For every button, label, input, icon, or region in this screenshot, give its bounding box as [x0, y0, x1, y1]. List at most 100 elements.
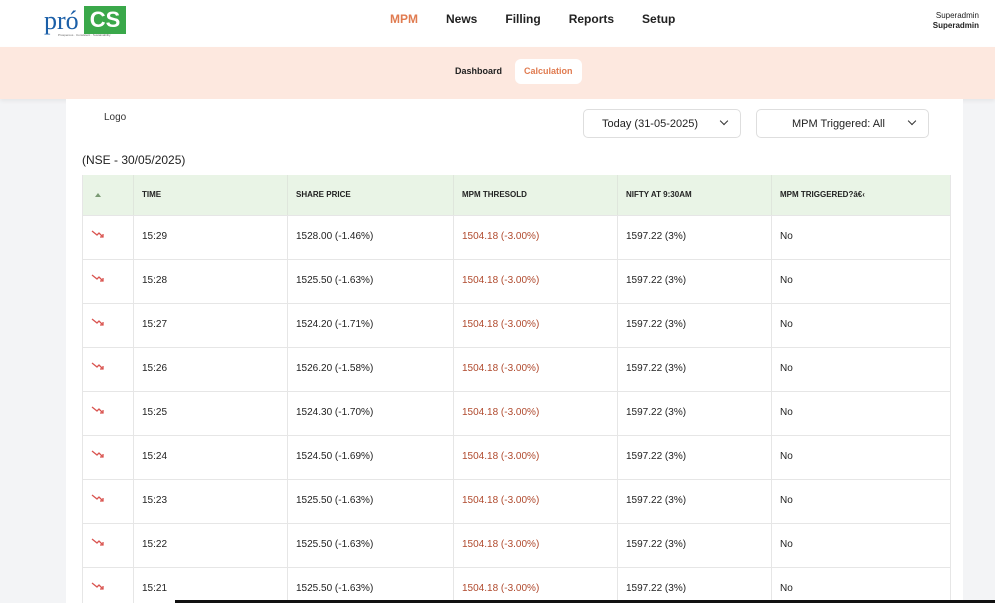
cell-time: 15:22	[134, 524, 288, 567]
trend-cell	[83, 216, 134, 259]
trend-down-icon	[91, 582, 105, 592]
cell-nifty: 1597.22 (3%)	[618, 392, 772, 435]
nav-item-reports[interactable]: Reports	[569, 0, 614, 38]
trend-cell	[83, 568, 134, 603]
cell-mpm-threshold: 1504.18 (-3.00%)	[454, 392, 618, 435]
cell-nifty: 1597.22 (3%)	[618, 216, 772, 259]
cell-mpm-triggered: No	[780, 319, 793, 330]
cell-share-price: 1525.50 (-1.63%)	[288, 480, 454, 523]
nav-item-filling[interactable]: Filling	[505, 0, 540, 38]
date-filter-value: Today (31-05-2025)	[602, 117, 699, 130]
tab-dashboard[interactable]: Dashboard	[446, 59, 511, 84]
cell-share-price: 1524.30 (-1.70%)	[288, 392, 454, 435]
cell-share-price: 1524.50 (-1.69%)	[288, 436, 454, 479]
cell-nifty: 1597.22 (3%)	[618, 260, 772, 303]
mpm-triggered-value: MPM Triggered: All	[792, 117, 885, 130]
trend-cell	[83, 260, 134, 303]
nav-item-mpm[interactable]: MPM	[390, 0, 418, 38]
cell-share-price: 1526.20 (-1.58%)	[288, 348, 454, 391]
table-row[interactable]: 15:25 1524.30 (-1.70%) 1504.18 (-3.00%) …	[83, 391, 950, 435]
user-menu[interactable]: Superadmin Superadmin	[933, 11, 979, 31]
table-row[interactable]: 15:27 1524.20 (-1.71%) 1504.18 (-3.00%) …	[83, 303, 950, 347]
cell-mpm-triggered: No	[780, 495, 793, 506]
sort-column-header[interactable]	[83, 175, 134, 215]
main-nav: MPM News Filling Reports Setup	[390, 0, 703, 38]
cell-mpm-triggered: No	[780, 407, 793, 418]
trend-cell	[83, 304, 134, 347]
trend-down-icon	[91, 406, 105, 416]
header-time[interactable]: TIME	[134, 175, 288, 215]
table-row[interactable]: 15:22 1525.50 (-1.63%) 1504.18 (-3.00%) …	[83, 523, 950, 567]
trend-down-icon	[91, 538, 105, 548]
cell-mpm-threshold: 1504.18 (-3.00%)	[454, 304, 618, 347]
trend-cell	[83, 480, 134, 523]
cell-mpm-triggered: No	[780, 275, 793, 286]
cell-time: 15:23	[134, 480, 288, 523]
table-row[interactable]: 15:23 1525.50 (-1.63%) 1504.18 (-3.00%) …	[83, 479, 950, 523]
cell-time: 15:26	[134, 348, 288, 391]
mpm-triggered-dropdown[interactable]: MPM Triggered: All	[756, 109, 929, 138]
cell-time: 15:24	[134, 436, 288, 479]
section-title: (NSE - 30/05/2025)	[82, 153, 186, 167]
cell-share-price: 1528.00 (-1.46%)	[288, 216, 454, 259]
cell-time: 15:25	[134, 392, 288, 435]
trend-down-icon	[91, 494, 105, 504]
cell-share-price: 1525.50 (-1.63%)	[288, 524, 454, 567]
header-nifty[interactable]: NIFTY AT 9:30AM	[618, 175, 772, 215]
cell-mpm-triggered: No	[780, 583, 793, 594]
date-filter-dropdown[interactable]: Today (31-05-2025)	[583, 109, 741, 138]
sub-navbar: Dashboard Calculation	[0, 47, 995, 99]
trend-down-icon	[91, 230, 105, 240]
cell-nifty: 1597.22 (3%)	[618, 480, 772, 523]
calculation-table: TIME SHARE PRICE MPM THRESOLD NIFTY AT 9…	[82, 175, 951, 603]
table-header: TIME SHARE PRICE MPM THRESOLD NIFTY AT 9…	[83, 175, 950, 215]
user-name: Superadmin	[935, 11, 979, 20]
company-logo-alt: Logo	[104, 112, 127, 123]
brand-tagline: Prosperous · Consistent · Sustainability	[58, 33, 111, 37]
user-role: Superadmin	[932, 21, 979, 30]
cell-nifty: 1597.22 (3%)	[618, 568, 772, 603]
cell-nifty: 1597.22 (3%)	[618, 348, 772, 391]
cell-time: 15:27	[134, 304, 288, 347]
table-row[interactable]: 15:24 1524.50 (-1.69%) 1504.18 (-3.00%) …	[83, 435, 950, 479]
nav-item-news[interactable]: News	[446, 0, 477, 38]
cell-mpm-triggered: No	[780, 451, 793, 462]
cell-nifty: 1597.22 (3%)	[618, 436, 772, 479]
company-logo-image: Logo	[104, 112, 126, 123]
cell-nifty: 1597.22 (3%)	[618, 304, 772, 347]
header-share-price[interactable]: SHARE PRICE	[288, 175, 454, 215]
chevron-down-icon	[719, 116, 729, 126]
trend-cell	[83, 524, 134, 567]
sort-up-icon	[95, 192, 101, 197]
trend-down-icon	[91, 450, 105, 460]
trend-down-icon	[91, 362, 105, 372]
cell-mpm-triggered: No	[780, 363, 793, 374]
cell-mpm-threshold: 1504.18 (-3.00%)	[454, 568, 618, 603]
trend-cell	[83, 348, 134, 391]
cell-nifty: 1597.22 (3%)	[618, 524, 772, 567]
calculation-card: Logo Today (31-05-2025) MPM Triggered: A…	[66, 99, 963, 603]
cell-mpm-threshold: 1504.18 (-3.00%)	[454, 436, 618, 479]
nav-item-setup[interactable]: Setup	[642, 0, 675, 38]
sub-nav: Dashboard Calculation	[446, 59, 586, 84]
cell-mpm-threshold: 1504.18 (-3.00%)	[454, 348, 618, 391]
cell-mpm-threshold: 1504.18 (-3.00%)	[454, 480, 618, 523]
table-row[interactable]: 15:28 1525.50 (-1.63%) 1504.18 (-3.00%) …	[83, 259, 950, 303]
header-mpm-threshold[interactable]: MPM THRESOLD	[454, 175, 618, 215]
top-navbar: pró CS Prosperous · Consistent · Sustain…	[0, 0, 995, 47]
cell-mpm-triggered: No	[780, 231, 793, 242]
cell-mpm-threshold: 1504.18 (-3.00%)	[454, 260, 618, 303]
table-row[interactable]: 15:26 1526.20 (-1.58%) 1504.18 (-3.00%) …	[83, 347, 950, 391]
cell-share-price: 1524.20 (-1.71%)	[288, 304, 454, 347]
brand-logo[interactable]: pró CS Prosperous · Consistent · Sustain…	[44, 5, 126, 37]
cell-share-price: 1525.50 (-1.63%)	[288, 568, 454, 603]
cell-mpm-triggered: No	[780, 539, 793, 550]
trend-down-icon	[91, 274, 105, 284]
cell-time: 15:29	[134, 216, 288, 259]
tab-calculation[interactable]: Calculation	[515, 59, 582, 84]
table-row[interactable]: 15:29 1528.00 (-1.46%) 1504.18 (-3.00%) …	[83, 215, 950, 259]
cell-mpm-threshold: 1504.18 (-3.00%)	[454, 524, 618, 567]
brand-logo-cs: CS	[84, 6, 126, 34]
header-mpm-triggered[interactable]: MPM TRIGGERED?â€‹	[772, 175, 950, 215]
table-row[interactable]: 15:21 1525.50 (-1.63%) 1504.18 (-3.00%) …	[83, 567, 950, 603]
